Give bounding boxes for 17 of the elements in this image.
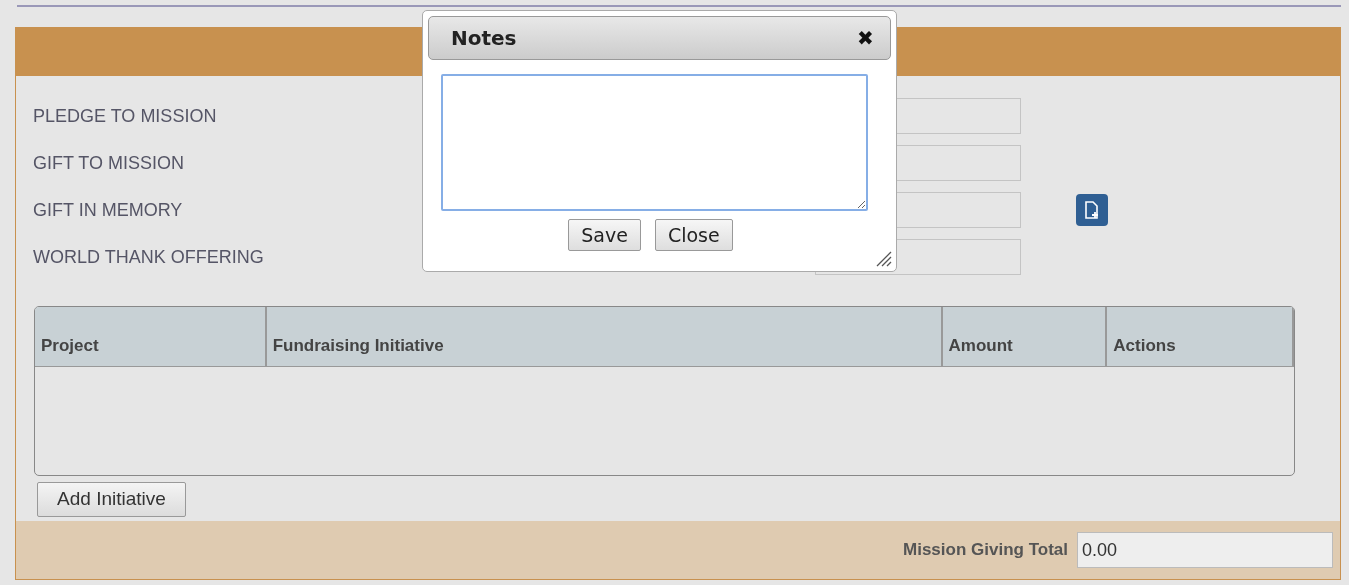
add-note-icon[interactable] <box>1076 194 1108 226</box>
total-label: Mission Giving Total <box>903 539 1068 562</box>
column-header: Actions <box>1107 307 1294 366</box>
column-header: Project <box>35 307 267 366</box>
field-label: PLEDGE TO MISSION <box>33 104 218 128</box>
total-field[interactable]: 0.00 <box>1077 532 1333 568</box>
field-label: WORLD THANK OFFERING <box>33 245 265 269</box>
column-header: Fundraising Initiative <box>266 307 943 366</box>
column-header: Amount <box>942 307 1108 366</box>
resize-handle-icon[interactable] <box>874 249 892 267</box>
notes-field[interactable] <box>441 74 868 211</box>
field-label: GIFT TO MISSION <box>33 151 186 175</box>
save-button[interactable]: Save <box>568 219 641 251</box>
close-button[interactable]: Close <box>654 219 733 251</box>
field-label: GIFT IN MEMORY <box>33 198 184 222</box>
add-initiative-button[interactable]: Add Initiative <box>37 482 186 517</box>
dialog-title: Notes <box>451 25 517 52</box>
